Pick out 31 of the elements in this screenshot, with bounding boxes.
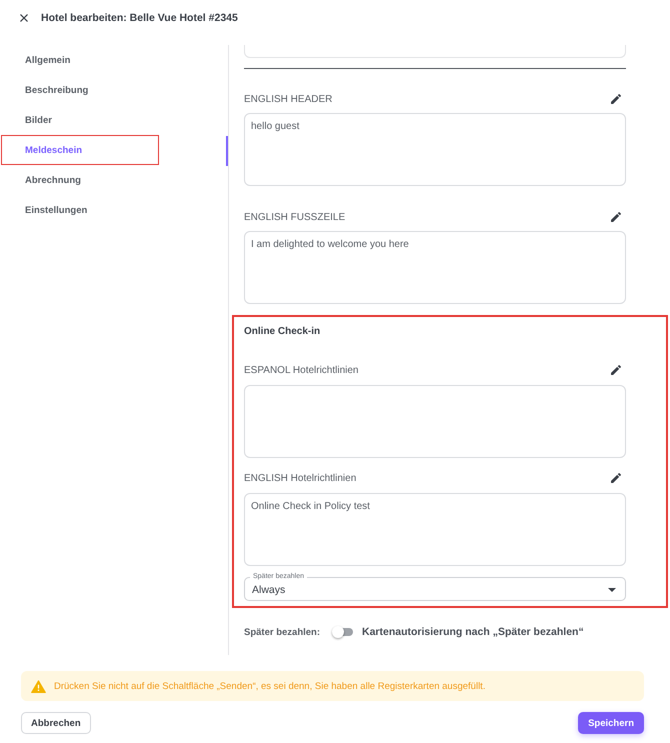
sidebar-item[interactable]: Bilder	[0, 106, 228, 136]
sidebar-item[interactable]: Meldeschein	[0, 136, 228, 166]
pencil-icon[interactable]	[611, 365, 621, 375]
text-area-field[interactable]: I am delighted to welcome you here	[244, 231, 626, 304]
toggle-switch[interactable]	[332, 626, 354, 638]
select-value: Always	[252, 584, 286, 596]
dialog-title: Hotel bearbeiten: Belle Vue Hotel #2345	[41, 12, 238, 24]
sidebar-item[interactable]: Abrechnung	[0, 166, 228, 196]
close-icon[interactable]	[20, 14, 28, 22]
toggle-label: Kartenautorisierung nach „Später bezahlen“	[362, 626, 584, 638]
pencil-icon[interactable]	[611, 212, 621, 222]
text-area-field[interactable]	[244, 385, 626, 458]
pencil-icon[interactable]	[611, 473, 621, 483]
field-label: ENGLISH Hotelrichtlinien	[244, 472, 356, 484]
sidebar-item[interactable]: Einstellungen	[0, 196, 228, 226]
section-title: Online Check-in	[244, 325, 322, 339]
text-area-field[interactable]	[244, 45, 626, 58]
warning-message: Drücken Sie nicht auf die Schaltfläche „Senden“, es sei denn, Sie haben alle Registerkarten ausgefüllt.	[54, 680, 486, 692]
text-area-field[interactable]: hello guest	[244, 113, 626, 186]
caret-icon	[608, 588, 616, 592]
sidebar-item[interactable]: Beschreibung	[0, 76, 228, 106]
field-label: Später bezahlen:	[244, 626, 322, 638]
field-label: ENGLISH FUSSZEILE	[244, 212, 346, 222]
warning-icon	[31, 680, 46, 692]
pencil-icon[interactable]	[611, 94, 621, 104]
text-area-field[interactable]: Online Check in Policy test	[244, 493, 626, 566]
field-label: ENGLISH HEADER	[244, 94, 332, 104]
cancel-button[interactable]: Abbrechen	[21, 712, 91, 734]
field-label: ESPANOL Hotelrichtlinien	[244, 364, 358, 376]
sidebar-item[interactable]: Allgemein	[0, 46, 228, 76]
save-button[interactable]: Speichern	[578, 712, 644, 734]
